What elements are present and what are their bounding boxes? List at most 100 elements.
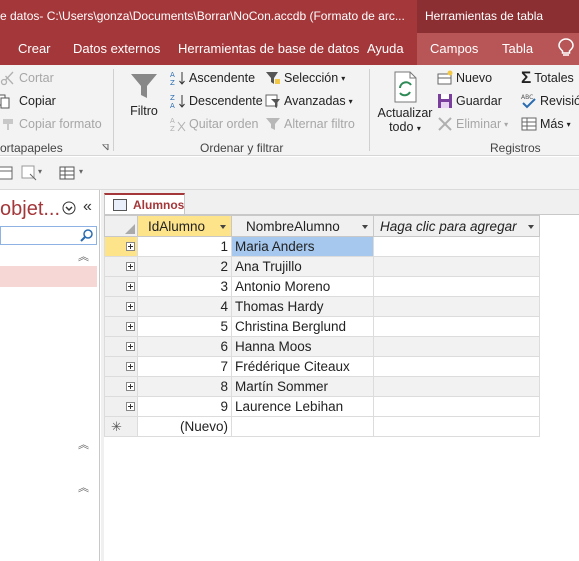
nombrealumno-cell[interactable]: Thomas Hardy bbox=[231, 296, 374, 317]
eliminar-button[interactable]: Eliminar ▾ bbox=[437, 116, 508, 132]
tab-campos[interactable]: Campos bbox=[430, 41, 478, 56]
select-all-cell[interactable] bbox=[104, 215, 138, 237]
collapse-group-icon[interactable]: ︽ bbox=[78, 248, 89, 264]
table-row[interactable]: 6 Hanna Moos bbox=[104, 336, 540, 357]
nombrealumno-cell[interactable]: Laurence Lebihan bbox=[231, 396, 374, 417]
idalumno-cell[interactable]: 7 bbox=[137, 356, 232, 377]
alternar-filtro-button[interactable]: Alternar filtro bbox=[265, 116, 355, 132]
tab-tabla[interactable]: Tabla bbox=[502, 41, 533, 56]
nombrealumno-cell[interactable]: Frédérique Citeaux bbox=[231, 356, 374, 377]
add-field-cell[interactable] bbox=[373, 376, 540, 397]
revision-button[interactable]: ABC Revisió bbox=[521, 93, 579, 109]
chevron-down-icon[interactable]: ▾ bbox=[79, 167, 83, 176]
search-icon[interactable] bbox=[80, 228, 94, 242]
add-field-cell[interactable] bbox=[373, 356, 540, 377]
mas-button[interactable]: Más ▾ bbox=[521, 116, 571, 132]
record-selector[interactable] bbox=[104, 236, 138, 257]
tab-datos-externos[interactable]: Datos externos bbox=[73, 41, 160, 56]
tab-crear[interactable]: Crear bbox=[18, 41, 51, 56]
nombrealumno-cell[interactable]: Christina Berglund bbox=[231, 316, 374, 337]
new-record-row[interactable]: ✳ (Nuevo) bbox=[104, 416, 540, 437]
expand-plus-icon[interactable] bbox=[126, 362, 135, 371]
column-header-nombrealumno[interactable]: NombreAlumno bbox=[231, 215, 374, 237]
add-field-cell[interactable] bbox=[373, 296, 540, 317]
expand-plus-icon[interactable] bbox=[126, 342, 135, 351]
table-row[interactable]: 1 Maria Anders bbox=[104, 236, 540, 257]
table-row[interactable]: 3 Antonio Moreno bbox=[104, 276, 540, 297]
table-row[interactable]: 4 Thomas Hardy bbox=[104, 296, 540, 317]
chevron-down-icon[interactable] bbox=[220, 225, 226, 229]
descendente-button[interactable]: ZA Descendente bbox=[170, 93, 263, 109]
actualizar-todo-button[interactable]: Actualizar todo ▾ bbox=[377, 71, 433, 134]
ascendente-button[interactable]: AZ Ascendente bbox=[170, 70, 255, 86]
expand-plus-icon[interactable] bbox=[126, 282, 135, 291]
column-header-idalumno[interactable]: IdAlumno bbox=[137, 215, 232, 237]
idalumno-cell[interactable]: 9 bbox=[137, 396, 232, 417]
new-record-cell[interactable]: (Nuevo) bbox=[137, 416, 232, 437]
new-record-name-cell[interactable] bbox=[231, 416, 374, 437]
idalumno-cell[interactable]: 2 bbox=[137, 256, 232, 277]
idalumno-cell[interactable]: 3 bbox=[137, 276, 232, 297]
datasheet-view-icon[interactable] bbox=[59, 165, 75, 181]
table-row[interactable]: 5 Christina Berglund bbox=[104, 316, 540, 337]
collapse-pane-icon[interactable]: « bbox=[83, 198, 92, 216]
collapse-group-icon[interactable]: ︽ bbox=[78, 436, 89, 452]
idalumno-cell[interactable]: 6 bbox=[137, 336, 232, 357]
view-icon[interactable] bbox=[0, 166, 14, 180]
add-field-cell[interactable] bbox=[373, 316, 540, 337]
column-header-add-field[interactable]: Haga clic para agregar bbox=[373, 215, 540, 237]
new-record-selector[interactable]: ✳ bbox=[104, 416, 138, 437]
circle-chevron-down-icon[interactable] bbox=[62, 201, 76, 215]
totales-button[interactable]: Σ Totales bbox=[521, 69, 574, 86]
nombrealumno-cell[interactable]: Hanna Moos bbox=[231, 336, 374, 357]
chevron-down-icon[interactable] bbox=[362, 225, 368, 229]
guardar-button[interactable]: Guardar bbox=[437, 93, 502, 109]
idalumno-cell[interactable]: 8 bbox=[137, 376, 232, 397]
add-field-cell[interactable] bbox=[373, 236, 540, 257]
expand-plus-icon[interactable] bbox=[126, 382, 135, 391]
expand-plus-icon[interactable] bbox=[126, 402, 135, 411]
lightbulb-icon[interactable] bbox=[557, 38, 575, 58]
seleccion-button[interactable]: Selección ▾ bbox=[265, 70, 345, 86]
copiar-formato-button[interactable]: Copiar formato bbox=[0, 116, 102, 132]
table-row[interactable]: 8 Martín Sommer bbox=[104, 376, 540, 397]
table-row[interactable]: 9 Laurence Lebihan bbox=[104, 396, 540, 417]
expand-plus-icon[interactable] bbox=[126, 302, 135, 311]
chevron-down-icon[interactable]: ▾ bbox=[38, 167, 42, 176]
nombrealumno-cell[interactable]: Martín Sommer bbox=[231, 376, 374, 397]
record-selector[interactable] bbox=[104, 356, 138, 377]
idalumno-cell[interactable]: 4 bbox=[137, 296, 232, 317]
nombrealumno-cell[interactable]: Maria Anders bbox=[231, 236, 374, 257]
record-selector[interactable] bbox=[104, 396, 138, 417]
collapse-group-icon[interactable]: ︽ bbox=[78, 479, 89, 495]
tab-ayuda[interactable]: Ayuda bbox=[367, 41, 404, 56]
nav-selected-item[interactable] bbox=[0, 266, 97, 287]
record-selector[interactable] bbox=[104, 336, 138, 357]
copiar-button[interactable]: Copiar bbox=[0, 93, 56, 109]
filtro-button[interactable]: Filtro bbox=[127, 71, 161, 118]
avanzadas-button[interactable]: Avanzadas ▾ bbox=[265, 93, 353, 109]
nombrealumno-cell[interactable]: Antonio Moreno bbox=[231, 276, 374, 297]
nombrealumno-cell[interactable]: Ana Trujillo bbox=[231, 256, 374, 277]
expand-plus-icon[interactable] bbox=[126, 242, 135, 251]
add-field-cell[interactable] bbox=[373, 256, 540, 277]
record-selector[interactable] bbox=[104, 316, 138, 337]
dialog-launcher-icon[interactable] bbox=[102, 144, 109, 151]
idalumno-cell[interactable]: 1 bbox=[137, 236, 232, 257]
record-selector[interactable] bbox=[104, 276, 138, 297]
form-view-icon[interactable] bbox=[21, 165, 37, 181]
new-record-add-cell[interactable] bbox=[373, 416, 540, 437]
idalumno-cell[interactable]: 5 bbox=[137, 316, 232, 337]
expand-plus-icon[interactable] bbox=[126, 322, 135, 331]
record-selector[interactable] bbox=[104, 376, 138, 397]
quitar-orden-button[interactable]: AZ Quitar orden bbox=[170, 116, 258, 132]
record-selector[interactable] bbox=[104, 256, 138, 277]
add-field-cell[interactable] bbox=[373, 396, 540, 417]
cortar-button[interactable]: Cortar bbox=[0, 70, 54, 86]
table-row[interactable]: 2 Ana Trujillo bbox=[104, 256, 540, 277]
expand-plus-icon[interactable] bbox=[126, 262, 135, 271]
chevron-down-icon[interactable] bbox=[528, 225, 534, 229]
record-selector[interactable] bbox=[104, 296, 138, 317]
tab-herramientas-base-datos[interactable]: Herramientas de base de datos bbox=[178, 41, 359, 56]
tab-alumnos[interactable]: Alumnos bbox=[104, 193, 185, 215]
